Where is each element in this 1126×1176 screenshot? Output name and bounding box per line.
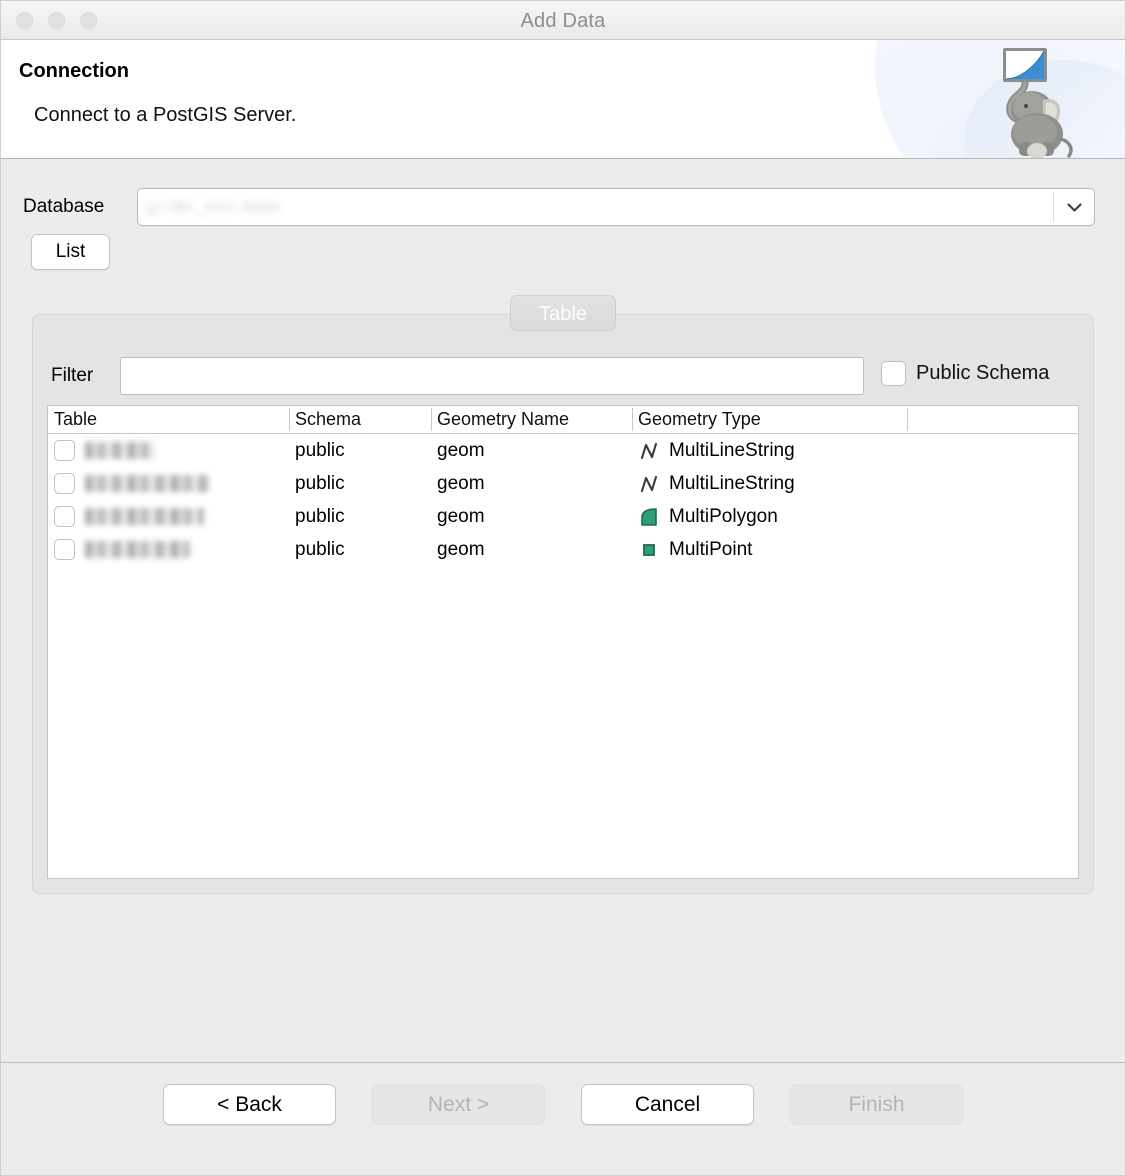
cell-schema: public [295,439,345,461]
next-button[interactable]: Next > [372,1084,545,1125]
table-rows: public geom MultiLineString public geom Multi… [48,434,1078,566]
table-name-value [85,475,210,492]
multipolygon-icon [638,506,660,528]
table-row[interactable]: public geom MultiPoint [48,533,1078,566]
row-checkbox[interactable] [54,506,75,527]
multilinestring-icon [638,473,660,495]
cell-geometry-name: geom [437,505,485,527]
cell-table-name [48,539,289,560]
cell-schema: public [295,538,345,560]
window-titlebar: Add Data [1,1,1125,40]
geometry-type-label: MultiPolygon [669,505,778,527]
cell-table-name [48,473,289,494]
list-button[interactable]: List [31,234,110,270]
database-dropdown-button[interactable] [1054,189,1094,225]
postgis-elephant-logo [1003,48,1073,158]
finish-button[interactable]: Finish [790,1084,963,1125]
public-schema-checkbox[interactable] [881,361,906,386]
row-checkbox[interactable] [54,473,75,494]
table-row[interactable]: public geom MultiLineString [48,467,1078,500]
tables-list[interactable]: Table Schema Geometry Name Geometry Type… [47,405,1079,879]
cell-geometry-type: MultiPolygon [632,506,907,528]
filter-label: Filter [51,365,94,386]
dialog-footer: < Back Next > Cancel Finish [1,1062,1125,1175]
table-header-row: Table Schema Geometry Name Geometry Type [48,406,1078,434]
page-subtitle: Connect to a PostGIS Server. [34,104,297,126]
database-row: Database gxxxx_xxxxxxxx [1,188,1125,226]
row-checkbox[interactable] [54,539,75,560]
multipoint-icon [638,539,660,561]
multilinestring-icon [638,440,660,462]
database-label: Database [23,196,105,217]
wizard-button-bar: < Back Next > Cancel Finish [1,1084,1125,1125]
public-schema-control[interactable]: Public Schema [881,361,1049,386]
table-row[interactable]: public geom MultiLineString [48,434,1078,467]
column-header-geometry-type[interactable]: Geometry Type [632,406,907,433]
table-row[interactable]: public geom MultiPolygon [48,500,1078,533]
table-name-value [85,541,190,558]
cell-schema: public [295,505,345,527]
chevron-down-icon [1066,202,1082,212]
page-title: Connection [19,60,129,82]
filter-row: Filter Public Schema [33,357,1093,395]
filter-input[interactable] [120,357,864,395]
dialog-body: Database gxxxx_xxxxxxxx List Table Filte… [1,159,1125,1062]
column-header-table[interactable]: Table [48,406,289,433]
table-group-box: Filter Public Schema Table Schema Geomet… [32,314,1094,894]
table-name-value [85,442,155,459]
cell-geometry-name: geom [437,472,485,494]
cell-geometry-type: MultiLineString [632,473,907,495]
row-checkbox[interactable] [54,440,75,461]
cancel-button[interactable]: Cancel [581,1084,754,1125]
geometry-type-label: MultiPoint [669,538,753,560]
database-combobox[interactable]: gxxxx_xxxxxxxx [137,188,1095,226]
cell-schema: public [295,472,345,494]
cell-geometry-name: geom [437,538,485,560]
wizard-header: Connection Connect to a PostGIS Server. [1,40,1125,159]
back-button[interactable]: < Back [163,1084,336,1125]
tab-table[interactable]: Table [510,295,616,331]
column-header-extra[interactable] [907,406,1078,433]
cell-geometry-type: MultiLineString [632,440,907,462]
cell-geometry-name: geom [437,439,485,461]
column-header-geometry-name[interactable]: Geometry Name [431,406,632,433]
column-header-schema[interactable]: Schema [289,406,431,433]
window-title: Add Data [520,10,606,32]
cell-table-name [48,506,289,527]
database-selected-value: gxxxx_xxxxxxxx [146,196,282,216]
geometry-type-label: MultiLineString [669,439,795,461]
geometry-type-label: MultiLineString [669,472,795,494]
cell-geometry-type: MultiPoint [632,539,907,561]
public-schema-label: Public Schema [916,362,1050,384]
add-data-dialog: Add Data Connection Connect to a PostGIS… [0,0,1126,1176]
table-name-value [85,508,204,525]
cell-table-name [48,440,289,461]
